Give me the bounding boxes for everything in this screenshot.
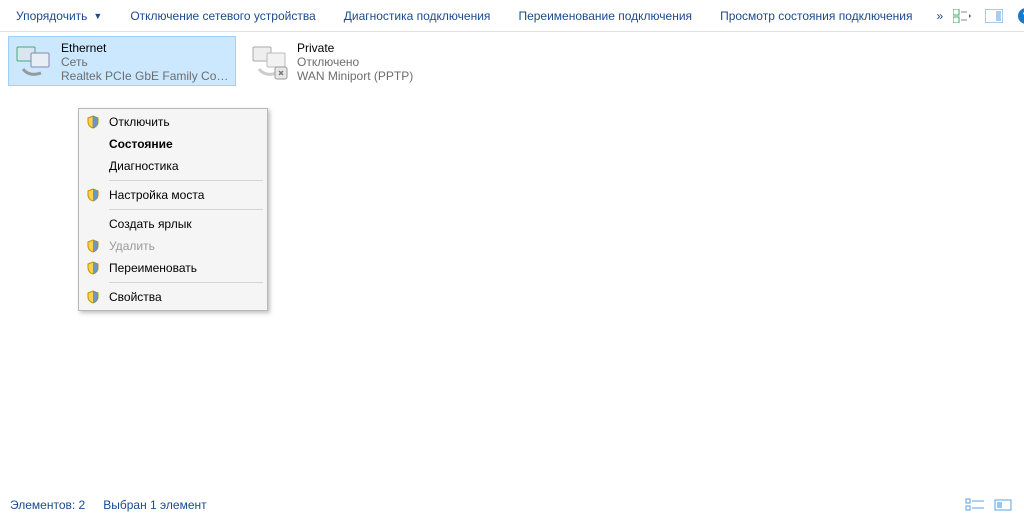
large-icons-view-button[interactable] (992, 497, 1014, 513)
preview-pane-button[interactable] (983, 5, 1005, 27)
network-adapter-disabled-icon (249, 41, 289, 81)
toolbar-overflow-button[interactable]: » (929, 3, 952, 29)
toolbar-right: ? (951, 5, 1024, 27)
cm-label: Свойства (109, 290, 162, 304)
cm-label: Диагностика (109, 159, 179, 173)
view-options-button[interactable] (951, 5, 973, 27)
status-bar: Элементов: 2 Выбран 1 элемент (0, 493, 1024, 517)
blank-icon (85, 136, 101, 152)
cm-label: Создать ярлык (109, 217, 192, 231)
cm-label: Отключить (109, 115, 170, 129)
cm-status[interactable]: Состояние (81, 133, 265, 155)
shield-icon (85, 187, 101, 203)
cm-diagnose[interactable]: Диагностика (81, 155, 265, 177)
adapter-name: Ethernet (61, 41, 231, 55)
chevron-down-icon: ▼ (93, 11, 102, 21)
rename-connection-button[interactable]: Переименование подключения (506, 3, 704, 29)
blank-icon (85, 158, 101, 174)
help-button[interactable]: ? (1015, 5, 1024, 27)
adapter-device: Realtek PCIe GbE Family Controller (61, 69, 231, 83)
diagnose-connection-button[interactable]: Диагностика подключения (332, 3, 503, 29)
toolbar-left: Упорядочить ▼ Отключение сетевого устрой… (4, 3, 951, 29)
view-status-button[interactable]: Просмотр состояния подключения (708, 3, 924, 29)
adapter-item-private[interactable]: Private Отключено WAN Miniport (PPTP) (244, 36, 472, 86)
cm-label: Переименовать (109, 261, 197, 275)
adapter-text: Private Отключено WAN Miniport (PPTP) (297, 41, 413, 83)
toolbar: Упорядочить ▼ Отключение сетевого устрой… (0, 0, 1024, 32)
separator (109, 282, 263, 283)
context-menu: Отключить Состояние Диагностика Настройк… (78, 108, 268, 311)
shield-icon (85, 114, 101, 130)
adapter-item-ethernet[interactable]: Ethernet Сеть Realtek PCIe GbE Family Co… (8, 36, 236, 86)
shield-icon (85, 289, 101, 305)
shield-icon (85, 260, 101, 276)
adapter-device: WAN Miniport (PPTP) (297, 69, 413, 83)
shield-icon (85, 238, 101, 254)
separator (109, 209, 263, 210)
adapter-text: Ethernet Сеть Realtek PCIe GbE Family Co… (61, 41, 231, 83)
blank-icon (85, 216, 101, 232)
disable-device-button[interactable]: Отключение сетевого устройства (118, 3, 327, 29)
cm-rename[interactable]: Переименовать (81, 257, 265, 279)
organize-label: Упорядочить (16, 9, 87, 23)
cm-disconnect[interactable]: Отключить (81, 111, 265, 133)
adapter-status: Отключено (297, 55, 413, 69)
item-count: Элементов: 2 (10, 498, 85, 512)
network-adapter-icon (13, 41, 53, 81)
cm-label: Состояние (109, 137, 173, 151)
separator (109, 180, 263, 181)
adapter-name: Private (297, 41, 413, 55)
cm-bridge[interactable]: Настройка моста (81, 184, 265, 206)
content-area: Ethernet Сеть Realtek PCIe GbE Family Co… (0, 32, 1024, 492)
cm-label: Удалить (109, 239, 155, 253)
cm-delete: Удалить (81, 235, 265, 257)
selection-count: Выбран 1 элемент (103, 498, 206, 512)
details-view-button[interactable] (964, 497, 986, 513)
cm-shortcut[interactable]: Создать ярлык (81, 213, 265, 235)
cm-properties[interactable]: Свойства (81, 286, 265, 308)
organize-button[interactable]: Упорядочить ▼ (4, 3, 114, 29)
cm-label: Настройка моста (109, 188, 204, 202)
adapter-status: Сеть (61, 55, 231, 69)
